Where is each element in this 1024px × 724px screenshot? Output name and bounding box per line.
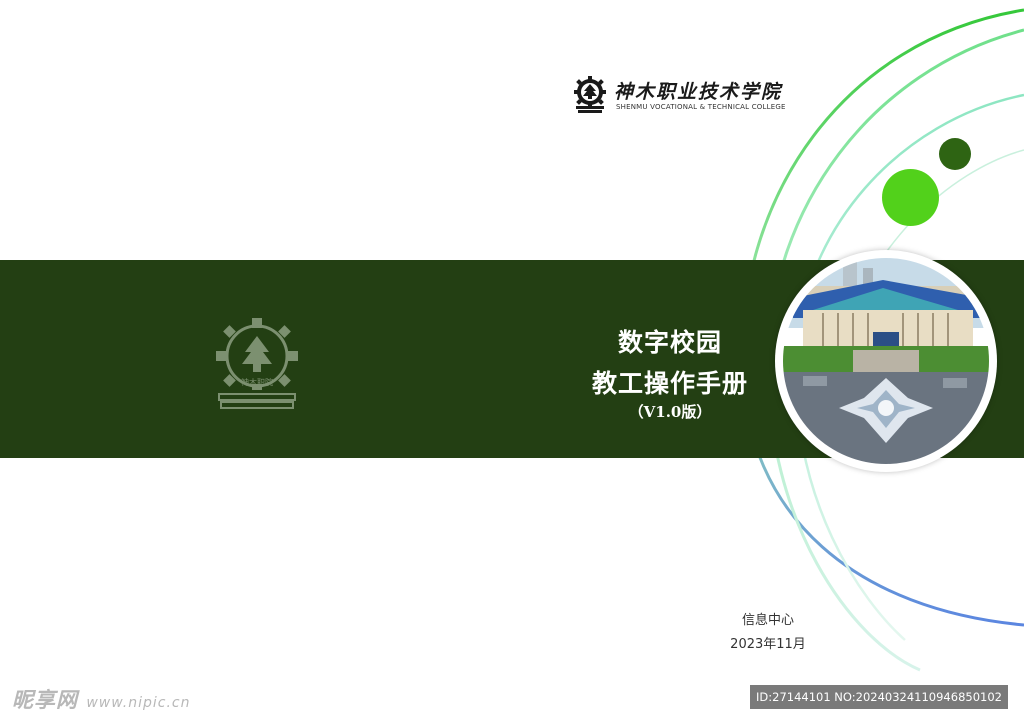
version-label: （V1.0版） [628, 403, 712, 421]
band-watermark-emblem-icon: 神木职院 [216, 318, 298, 409]
college-name-en: SHENMU VOCATIONAL & TECHNICAL COLLEGE [616, 103, 786, 111]
campus-building-photo-icon [783, 258, 989, 464]
site-watermark: 昵享网 www.nipic.cn [12, 684, 190, 714]
band-watermark-text: 神木职院 [241, 377, 273, 387]
title-line2: 教工操作手册 [591, 369, 748, 398]
college-logo: 神木职业技术学院 SHENMU VOCATIONAL & TECHNICAL C… [570, 75, 810, 115]
college-name-cn: 神木职业技术学院 [614, 81, 783, 103]
publish-date: 2023年11月 [730, 637, 806, 652]
gear-tree-book-emblem-icon [574, 76, 606, 113]
decorative-dot-dark [939, 138, 971, 170]
campus-photo [775, 250, 997, 472]
image-id-label: ID:27144101 NO:20240324110946850102 [750, 685, 1008, 709]
title-line1: 数字校园 [617, 328, 722, 357]
site-url: www.nipic.cn [86, 695, 191, 711]
department-label: 信息中心 [741, 613, 794, 628]
site-name: 昵享网 [12, 688, 78, 712]
decorative-dot-light [882, 169, 939, 226]
